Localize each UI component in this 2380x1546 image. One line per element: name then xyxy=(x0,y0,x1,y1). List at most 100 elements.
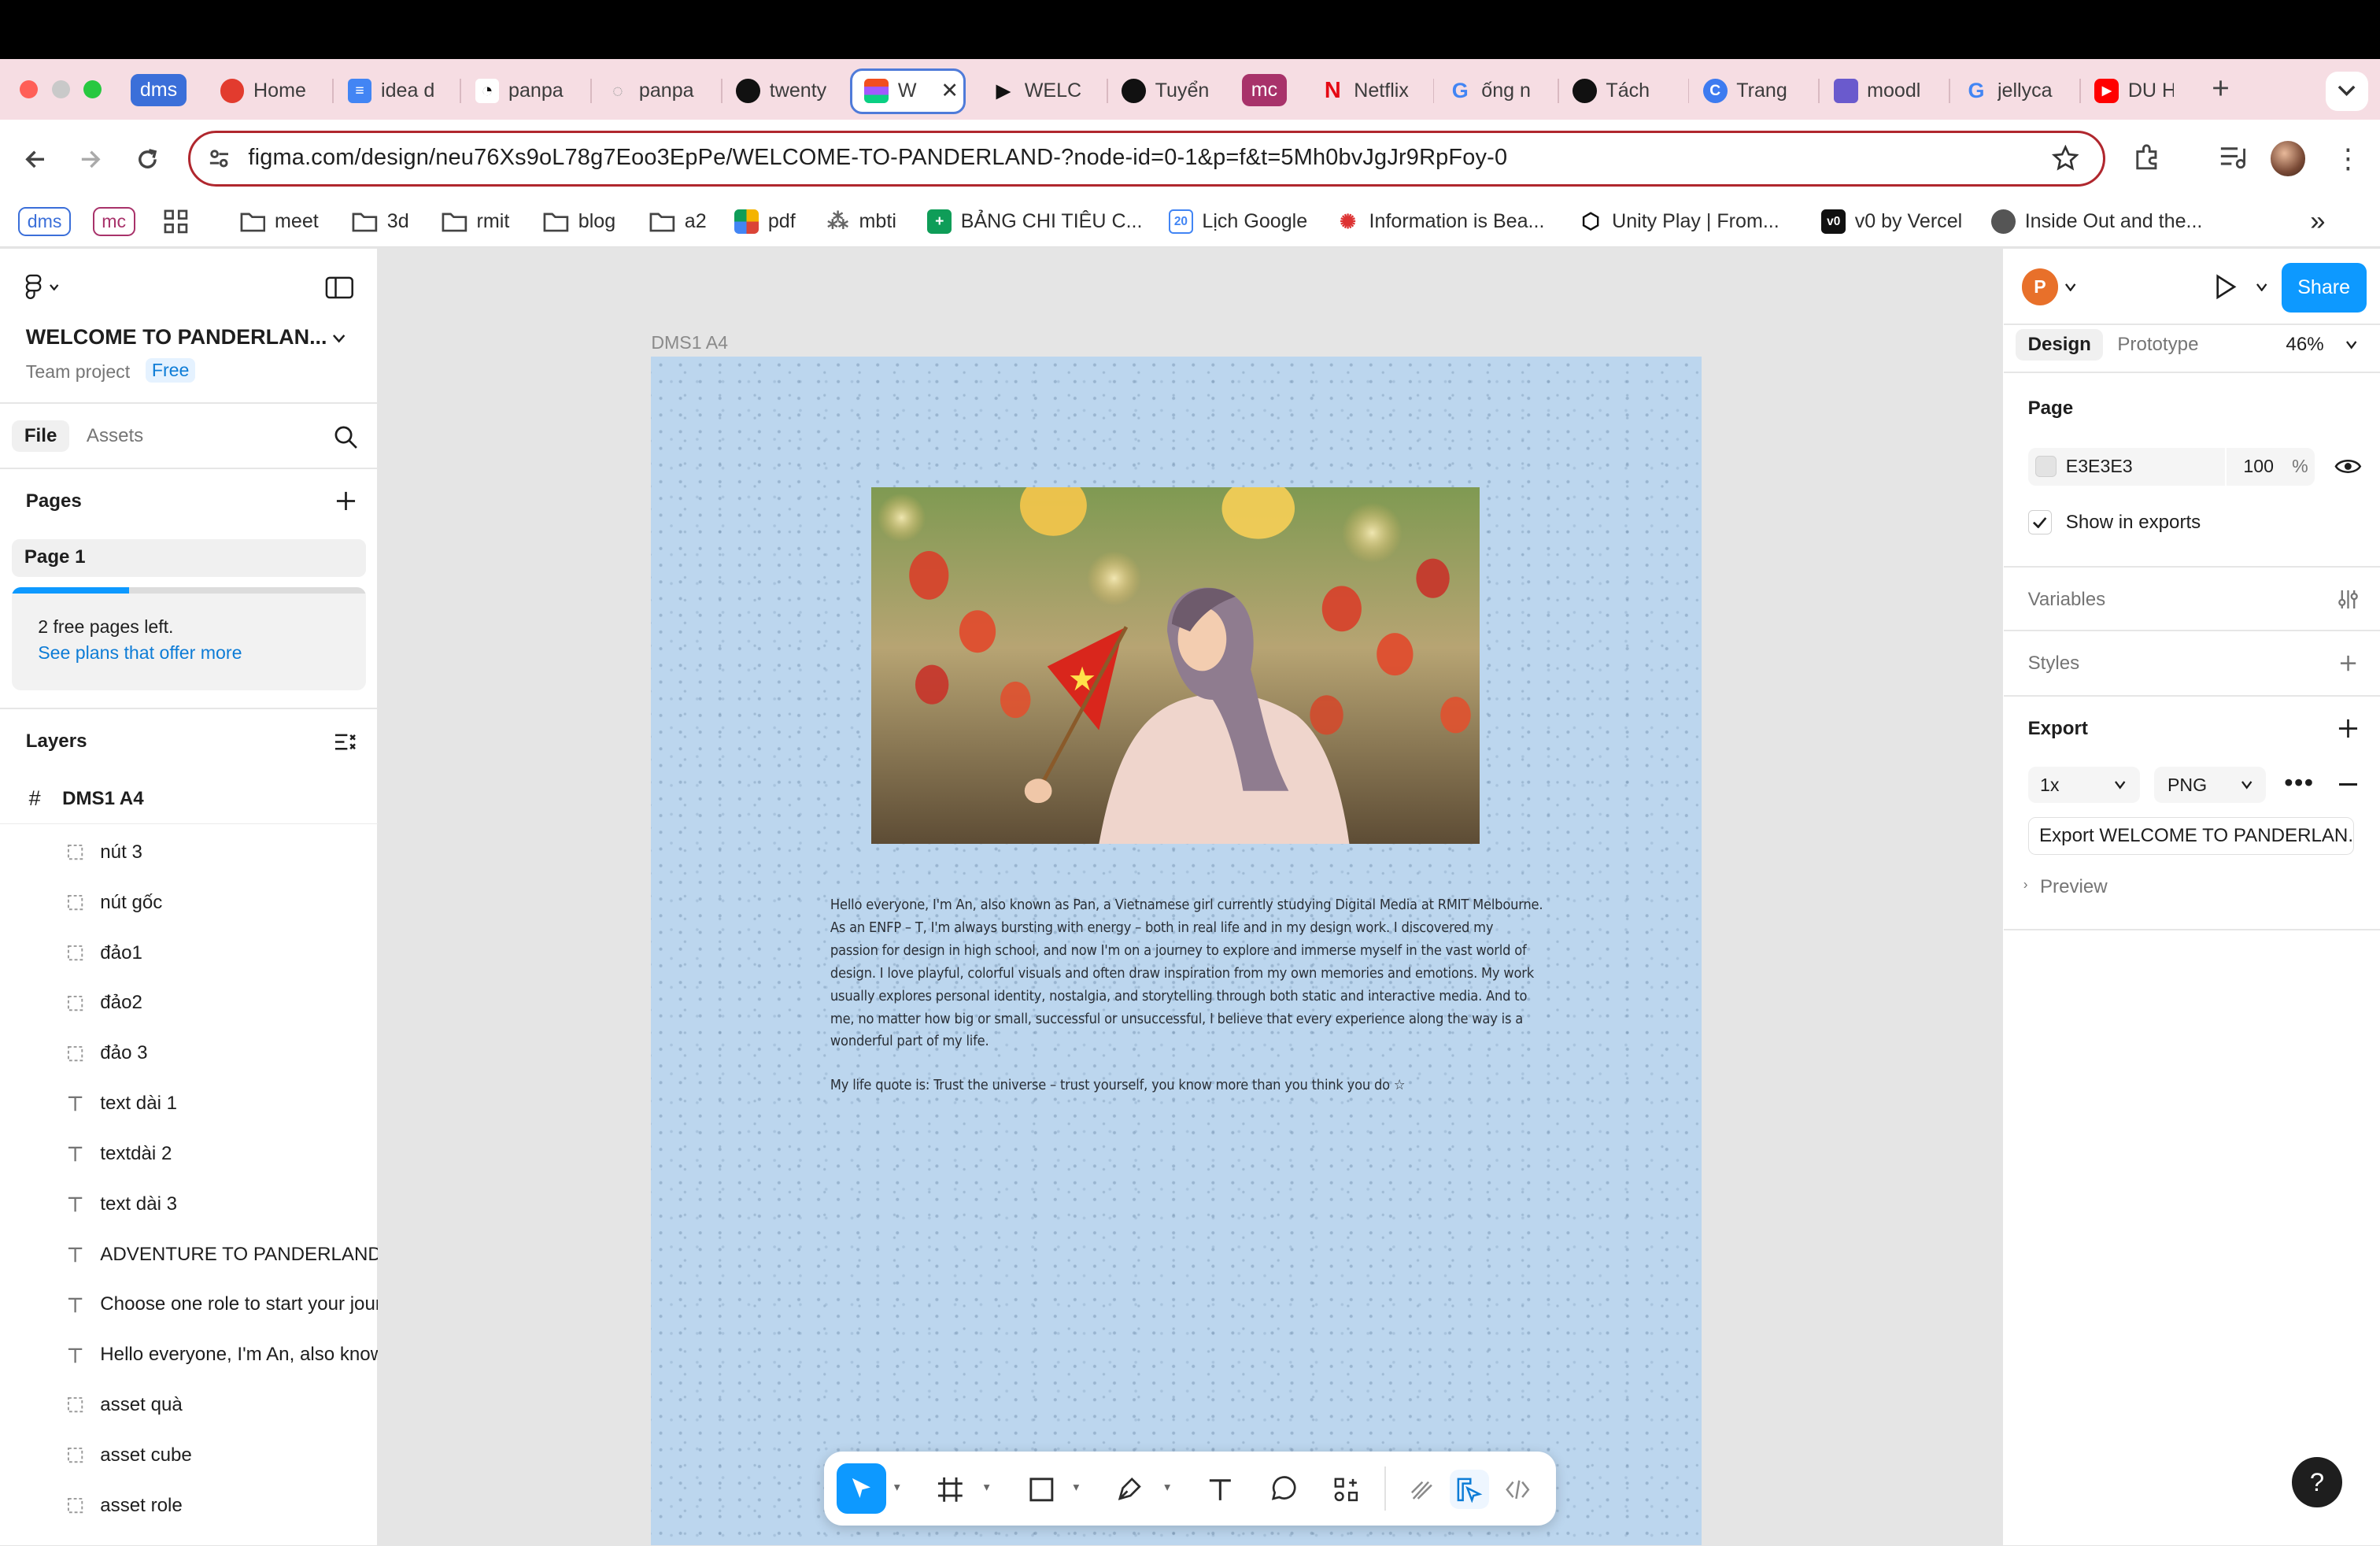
chevron-down-icon[interactable] xyxy=(2256,283,2267,292)
preview-toggle[interactable]: Preview xyxy=(2040,876,2108,898)
chevron-down-icon[interactable]: ▾ xyxy=(984,1480,996,1494)
layer-item[interactable]: Choose one role to start your journey xyxy=(0,1280,378,1330)
page-item-page-1[interactable]: Page 1 xyxy=(12,538,366,577)
frame-label[interactable]: DMS1 A4 xyxy=(651,332,728,353)
tab-du-hoc[interactable]: ▶ DU HỌ xyxy=(2082,70,2186,113)
bookmark-spending-sheet[interactable]: + BẢNG CHI TIÊU C... xyxy=(927,206,1142,237)
show-in-exports-label[interactable]: Show in exports xyxy=(2066,512,2201,534)
more-bookmarks-button[interactable]: » xyxy=(2310,206,2325,237)
tab-panpa-1[interactable]: ◔ panpa xyxy=(463,70,584,113)
search-icon[interactable] xyxy=(334,425,358,449)
team-label[interactable]: Team project xyxy=(26,361,130,383)
layers-filter-icon[interactable] xyxy=(334,732,357,752)
new-tab-button[interactable]: + xyxy=(2204,72,2237,108)
bookmark-star-icon[interactable] xyxy=(2051,145,2079,172)
frame-tool-button[interactable] xyxy=(930,1470,970,1509)
export-more-icon[interactable]: ••• xyxy=(2284,768,2314,797)
tab-assets[interactable]: Assets xyxy=(87,425,143,447)
show-in-exports-checkbox[interactable] xyxy=(2027,509,2053,534)
present-play-icon[interactable] xyxy=(2212,273,2239,301)
media-control-icon[interactable] xyxy=(2218,144,2249,172)
variables-heading[interactable]: Variables xyxy=(2028,589,2106,611)
shape-tool-button[interactable] xyxy=(1022,1470,1061,1509)
layer-item[interactable]: Hello everyone, I'm An, also known as Pa… xyxy=(0,1330,378,1380)
tab-idea-doc[interactable]: ≡ idea d xyxy=(335,70,453,113)
color-swatch[interactable] xyxy=(2035,455,2057,477)
remove-export-icon[interactable] xyxy=(2338,783,2358,786)
bookmark-rmit[interactable]: rmit xyxy=(442,206,509,237)
layer-item[interactable]: text dài 3 xyxy=(0,1179,378,1230)
tab-group-mc[interactable]: mc xyxy=(1241,74,1288,106)
reload-button[interactable] xyxy=(128,139,167,179)
layer-item[interactable]: đảo 3 xyxy=(0,1028,378,1078)
bookmark-pdf[interactable]: pdf xyxy=(734,206,796,237)
design-mode-button[interactable] xyxy=(1449,1469,1489,1509)
tab-panpa-2[interactable]: ◌ panpa xyxy=(593,70,715,113)
address-bar[interactable]: figma.com/design/neu76Xs9oL78g7Eoo3EpPe/… xyxy=(188,130,2105,187)
tab-group-dms[interactable]: dms xyxy=(130,74,187,106)
layer-item[interactable]: đảo2 xyxy=(0,978,378,1029)
tab-file[interactable]: File xyxy=(12,420,69,452)
layer-item[interactable]: ADVENTURE TO PANDERLAND! xyxy=(0,1230,378,1280)
tab-ong[interactable]: G ống n xyxy=(1436,70,1551,113)
tab-design[interactable]: Design xyxy=(2016,329,2104,361)
tab-search-button[interactable] xyxy=(2325,71,2368,111)
main-menu-button[interactable] xyxy=(24,273,73,301)
add-page-icon[interactable] xyxy=(335,490,357,512)
bookmark-google-calendar[interactable]: 20 Lịch Google xyxy=(1168,206,1307,237)
extensions-icon[interactable] xyxy=(2133,142,2164,173)
site-settings-icon[interactable] xyxy=(207,146,231,171)
zoom-level[interactable]: 46% xyxy=(2286,334,2323,356)
bookmark-dms[interactable]: dms xyxy=(18,206,72,237)
browser-menu-icon[interactable]: ⋮ xyxy=(2334,142,2362,176)
layer-item[interactable]: asset cube xyxy=(0,1430,378,1481)
chevron-down-icon[interactable] xyxy=(2064,283,2076,292)
life-quote-text[interactable]: My life quote is: Trust the universe – t… xyxy=(830,1074,1525,1097)
chevron-down-icon[interactable] xyxy=(332,334,346,343)
tab-trang[interactable]: C Trang xyxy=(1691,70,1812,113)
profile-avatar[interactable] xyxy=(2271,141,2306,176)
draw-mode-button[interactable] xyxy=(1402,1470,1442,1509)
user-avatar[interactable]: P xyxy=(2021,268,2059,305)
eye-icon[interactable] xyxy=(2334,456,2362,477)
tab-figma-active[interactable]: W ✕ xyxy=(849,68,966,114)
bookmark-v0[interactable]: v0 v0 by Vercel xyxy=(1821,206,1962,237)
styles-heading[interactable]: Styles xyxy=(2028,653,2080,675)
intro-text[interactable]: Hello everyone, I'm An, also known as Pa… xyxy=(830,894,1543,1053)
portrait-photo[interactable] xyxy=(870,487,1480,845)
tab-netflix[interactable]: N Netflix xyxy=(1308,70,1426,113)
tab-welc[interactable]: ▶ WELC xyxy=(979,70,1100,113)
tab-tuyen[interactable]: Tuyển xyxy=(1110,70,1231,113)
page-opacity-value[interactable]: 100 xyxy=(2243,456,2274,477)
layer-item[interactable]: asset role xyxy=(0,1481,378,1531)
bookmark-mc[interactable]: mc xyxy=(92,206,135,237)
bookmark-unity-play[interactable]: ⬡ Unity Play | From... xyxy=(1579,206,1779,237)
share-button[interactable]: Share xyxy=(2281,262,2367,313)
pen-tool-button[interactable] xyxy=(1110,1470,1149,1509)
chevron-right-icon[interactable]: › xyxy=(2023,876,2028,893)
layer-root-frame[interactable]: # DMS1 A4 xyxy=(0,775,379,825)
chevron-down-icon[interactable]: ▾ xyxy=(894,1480,906,1494)
minimize-window-button[interactable] xyxy=(51,80,70,99)
tab-prototype[interactable]: Prototype xyxy=(2117,334,2198,356)
variables-settings-icon[interactable] xyxy=(2338,589,2359,610)
add-export-icon[interactable] xyxy=(2338,718,2359,739)
layer-item[interactable]: đảo1 xyxy=(0,928,378,978)
add-style-icon[interactable] xyxy=(2339,654,2357,672)
file-title[interactable]: WELCOME TO PANDERLAN... xyxy=(26,325,327,350)
tab-jellycat[interactable]: G jellyca xyxy=(1952,70,2073,113)
bookmark-information-is-beautiful[interactable]: ✺ Information is Bea... xyxy=(1336,206,1544,237)
bookmark-mbti[interactable]: ⁂ mbti xyxy=(826,206,896,237)
tab-twenty[interactable]: twenty xyxy=(724,70,845,113)
help-button[interactable]: ? xyxy=(2292,1457,2342,1508)
close-tab-icon[interactable]: ✕ xyxy=(941,79,959,103)
layer-item[interactable]: textdài 2 xyxy=(0,1129,378,1179)
layer-item[interactable]: text dài 1 xyxy=(0,1078,378,1129)
bookmark-blog[interactable]: blog xyxy=(543,206,615,237)
chevron-down-icon[interactable] xyxy=(2345,340,2357,350)
actions-tool-button[interactable] xyxy=(1327,1470,1366,1509)
bookmark-3d[interactable]: 3d xyxy=(352,206,409,237)
forward-button[interactable] xyxy=(72,139,111,179)
chevron-down-icon[interactable]: ▾ xyxy=(1073,1480,1085,1494)
comment-tool-button[interactable] xyxy=(1263,1470,1303,1509)
